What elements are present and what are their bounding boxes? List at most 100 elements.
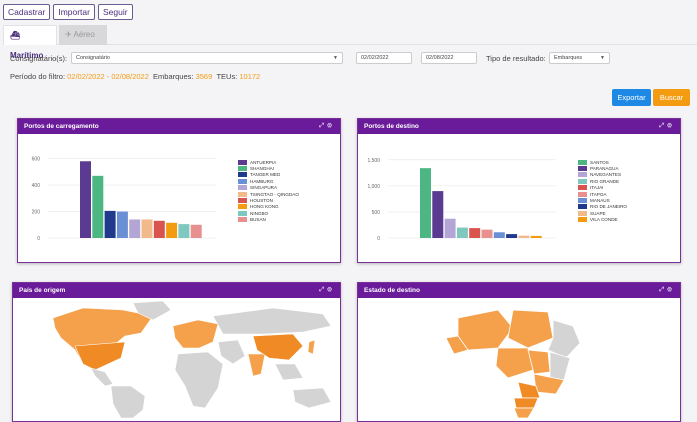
map-south xyxy=(513,407,535,418)
bar-navegantes[interactable] xyxy=(444,218,456,238)
panel-title: Portos de carregamento xyxy=(24,123,99,130)
chevron-down-icon: ▼ xyxy=(333,55,338,61)
map-south-america xyxy=(110,385,146,418)
bar-hong-kong[interactable] xyxy=(166,222,178,238)
legend-label: MANAUS xyxy=(590,198,610,204)
consignatario-label: Consignatário(s): xyxy=(10,54,68,63)
map-india xyxy=(247,353,266,377)
bar-hamburg[interactable] xyxy=(116,211,128,238)
tipo-resultado-label: Tipo de resultado: xyxy=(486,54,546,63)
bar-itajai[interactable] xyxy=(469,228,481,238)
portos-destino-panel: Portos de destino ⤢⚙ 0 500 1,000 1,500 SANT… xyxy=(357,118,681,263)
map-northeast xyxy=(547,319,581,359)
seguir-button[interactable]: Seguir xyxy=(97,4,133,20)
bar-ningbo[interactable] xyxy=(178,224,190,238)
consignatario-select[interactable]: Consignatário ▼ xyxy=(71,52,343,64)
expand-icon[interactable]: ⤢ xyxy=(319,123,327,129)
legend-item[interactable]: RIO DE JANEIRO xyxy=(578,204,627,210)
bar-rio-grande[interactable] xyxy=(456,227,468,238)
tipo-resultado-value: Embarques xyxy=(554,55,583,61)
legend-label: RIO GRANDE xyxy=(590,178,620,184)
bar-rio-de-janeiro[interactable] xyxy=(506,234,518,238)
bar-itapoa[interactable] xyxy=(481,229,493,238)
legend-label: HOUSTON xyxy=(250,198,273,204)
legend-swatch xyxy=(578,204,587,210)
panel-header: País de origem ⤢⚙ xyxy=(13,283,340,298)
bar-manaus[interactable] xyxy=(493,232,505,238)
y-tick-label: 1,500 xyxy=(367,158,380,164)
y-tick-label: 1,000 xyxy=(367,184,380,190)
legend-label: ITAJAI xyxy=(590,185,604,191)
legend-swatch xyxy=(238,172,247,178)
legend-item[interactable]: VILA CONDE xyxy=(578,217,627,223)
portos-carregamento-panel: Portos de carregamento ⤢⚙ 0 200 400 600 ANT… xyxy=(17,118,341,263)
destino-chart: 0 500 1,000 1,500 xyxy=(367,158,556,242)
exportar-button[interactable]: Exportar xyxy=(612,89,651,106)
y-tick-label: 400 xyxy=(32,183,41,189)
legend-swatch xyxy=(238,204,247,210)
summary-line: Período do filtro: 02/02/2022 - 02/08/20… xyxy=(10,72,260,81)
tab-aereo[interactable]: ✈ Aéreo xyxy=(59,25,107,45)
bar-paranagua[interactable] xyxy=(432,191,444,238)
bar-antuerpia[interactable] xyxy=(80,161,91,238)
expand-icon[interactable]: ⤢ xyxy=(659,287,667,293)
legend-swatch xyxy=(578,178,587,184)
legend-swatch xyxy=(238,198,247,204)
teus-value: 10172 xyxy=(239,72,261,81)
map-parana xyxy=(513,397,539,409)
legend-label: ANTUERPIA xyxy=(250,159,277,165)
legend-item[interactable]: BUSAN xyxy=(238,217,299,223)
cadastrar-button[interactable]: Cadastrar xyxy=(3,4,51,20)
y-tick-label: 200 xyxy=(32,210,41,216)
estado-destino-panel: Estado de destino ⤢⚙ xyxy=(357,282,681,422)
map-usa xyxy=(74,341,126,371)
tab-maritimo[interactable]: ⛴ Marítimo xyxy=(3,25,57,60)
buscar-button[interactable]: Buscar xyxy=(653,89,690,106)
date-to-input[interactable]: 02/08/2022 xyxy=(421,52,477,64)
legend-swatch xyxy=(578,191,587,197)
gear-icon[interactable]: ⚙ xyxy=(667,287,675,293)
tab-aereo-label: Aéreo xyxy=(73,30,95,39)
panel-title: País de origem xyxy=(19,287,66,294)
legend-swatch xyxy=(578,217,587,223)
bar-shanghai[interactable] xyxy=(92,175,104,238)
bar-houston[interactable] xyxy=(153,220,165,238)
expand-icon[interactable]: ⤢ xyxy=(319,287,327,293)
periodo-value: 02/02/2022 - 02/08/2022 xyxy=(67,72,149,81)
legend-swatch xyxy=(578,172,587,178)
date-from-value: 02/02/2022 xyxy=(361,55,389,61)
map-australia xyxy=(292,387,332,409)
legend-swatch xyxy=(238,217,247,223)
importar-button[interactable]: Importar xyxy=(53,4,95,20)
legend-label: SUAPE xyxy=(590,210,606,216)
bar-santos[interactable] xyxy=(420,168,431,238)
gear-icon[interactable]: ⚙ xyxy=(327,287,335,293)
consignatario-value: Consignatário xyxy=(76,55,110,61)
bar-suape[interactable] xyxy=(518,235,530,238)
panel-header: Estado de destino ⤢⚙ xyxy=(358,283,680,298)
y-tick-label: 500 xyxy=(372,210,381,216)
bar-vila-conde[interactable] xyxy=(530,235,542,238)
legend-swatch xyxy=(578,159,587,165)
expand-icon[interactable]: ⤢ xyxy=(659,123,667,129)
bar-busan[interactable] xyxy=(190,224,202,238)
bar-singapura[interactable] xyxy=(129,219,141,238)
destino-legend: SANTOS PARANAGUA NAVEGANTES RIO GRANDE ITAJA… xyxy=(578,159,627,223)
bar-tsingtao-qingdao[interactable] xyxy=(141,219,153,238)
legend-swatch xyxy=(238,191,247,197)
legend-label: SINGAPURA xyxy=(250,185,278,191)
panel-header: Portos de carregamento ⤢⚙ xyxy=(18,119,340,134)
date-from-input[interactable]: 02/02/2022 xyxy=(356,52,412,64)
gear-icon[interactable]: ⚙ xyxy=(667,123,675,129)
tipo-resultado-select[interactable]: Embarques ▼ xyxy=(549,52,610,64)
legend-swatch xyxy=(578,185,587,191)
legend-label: TSINGTAO - QINGDAO xyxy=(250,191,299,197)
bar-tanger-med[interactable] xyxy=(104,210,116,238)
legend-label: ITAPOA xyxy=(590,191,607,197)
embarques-label: Embarques: xyxy=(153,72,194,81)
plane-icon: ✈ xyxy=(65,30,72,39)
legend-item[interactable]: NAVEGANTES xyxy=(578,172,627,178)
legend-label: NAVEGANTES xyxy=(590,172,622,178)
gear-icon[interactable]: ⚙ xyxy=(327,123,335,129)
ship-icon: ⛴ xyxy=(10,31,21,40)
